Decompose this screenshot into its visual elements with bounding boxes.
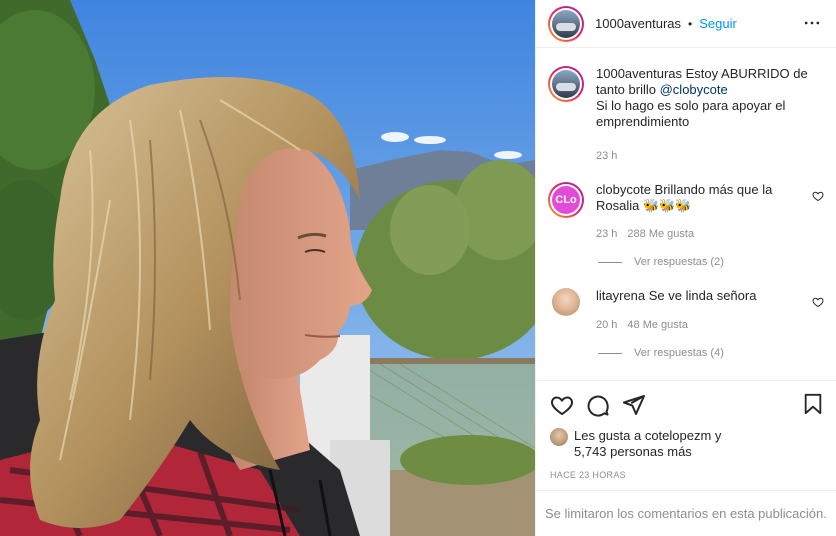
comment-likes[interactable]: 288 Me gusta (627, 226, 694, 242)
post-photo[interactable] (0, 0, 535, 536)
comment-like-heart-icon[interactable] (812, 190, 824, 202)
share-icon[interactable] (622, 393, 646, 417)
more-icon[interactable] (802, 13, 822, 33)
comment-item: litayrena Se ve linda señora 20 h 48 Me … (548, 288, 824, 333)
commenter-avatar[interactable] (548, 288, 584, 324)
comments-section: 1000aventuras Estoy ABURRIDO de tanto br… (536, 48, 836, 380)
replies-line (598, 352, 622, 354)
post-sidebar: 1000aventuras • Seguir 1000aventuras Est… (535, 0, 836, 536)
liker-avatar[interactable] (550, 428, 568, 446)
author-username[interactable]: 1000aventuras (595, 16, 681, 31)
comment-text: Se ve linda señora (648, 288, 757, 303)
bookmark-icon[interactable] (802, 393, 824, 415)
likes-summary: Les gusta a cotelopezm y 5,743 personas … (536, 428, 836, 460)
portrait-photo (0, 0, 535, 536)
caption-avatar[interactable] (548, 66, 584, 102)
commenter-photo (552, 288, 580, 316)
instagram-post: 1000aventuras • Seguir 1000aventuras Est… (0, 0, 836, 536)
comment-username[interactable]: litayrena (596, 288, 645, 303)
comment-like-heart-icon[interactable] (812, 296, 824, 308)
comment-icon[interactable] (586, 393, 610, 417)
commenter-avatar-text: CLo (552, 186, 580, 214)
replies-line (598, 261, 622, 263)
comment-item: CLo clobycote Brillando más que la Rosal… (548, 182, 824, 242)
commenter-avatar[interactable]: CLo (548, 182, 584, 218)
action-bar (536, 380, 836, 428)
comment-username[interactable]: clobycote (596, 182, 651, 197)
likes-line-1[interactable]: Les gusta a cotelopezm y (574, 428, 721, 444)
comments-limited-notice: Se limitaron los comentarios en esta pub… (536, 490, 836, 536)
author-avatar[interactable] (548, 5, 584, 42)
heart-icon[interactable] (550, 393, 574, 417)
caption-text-2: Si lo hago es solo para apoyar el empren… (596, 98, 786, 129)
comment-time[interactable]: 23 h (596, 226, 617, 242)
caption: 1000aventuras Estoy ABURRIDO de tanto br… (548, 66, 824, 164)
view-replies-button[interactable]: Ver respuestas (4) (598, 347, 824, 359)
likes-line-2[interactable]: 5,743 personas más (574, 444, 721, 460)
view-replies-button[interactable]: Ver respuestas (2) (598, 256, 824, 268)
caption-time[interactable]: 23 h (596, 148, 617, 164)
caption-mention[interactable]: @clobycote (660, 82, 728, 97)
separator-dot: • (688, 16, 693, 31)
caption-username[interactable]: 1000aventuras (596, 66, 682, 81)
view-replies-label: Ver respuestas (2) (634, 256, 724, 268)
follow-button[interactable]: Seguir (699, 16, 737, 31)
view-replies-label: Ver respuestas (4) (634, 347, 724, 359)
comment-likes[interactable]: 48 Me gusta (627, 317, 688, 333)
post-header: 1000aventuras • Seguir (536, 0, 836, 48)
post-timestamp[interactable]: HACE 23 HORAS (536, 460, 836, 490)
comment-time[interactable]: 20 h (596, 317, 617, 333)
